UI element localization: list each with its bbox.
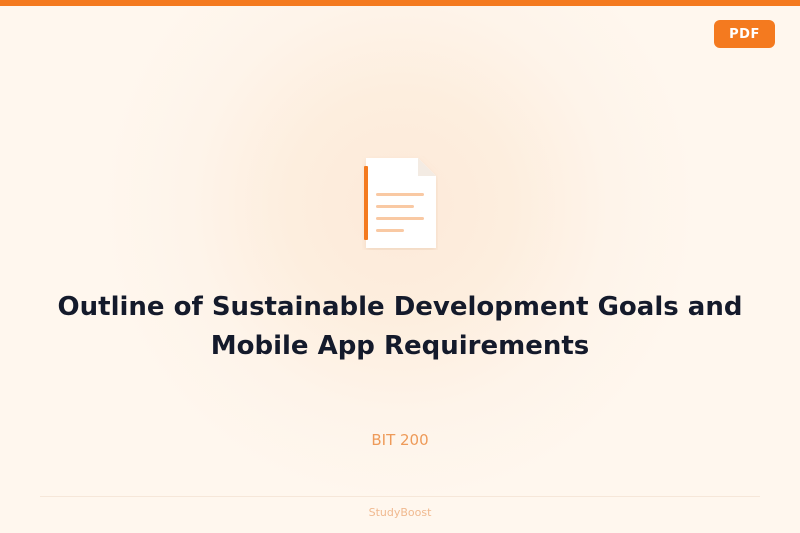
pdf-badge: PDF [714,20,775,48]
page-background: PDF Outline of Sustainable Development G… [0,0,800,533]
course-code: BIT 200 [371,431,429,449]
footer-brand: StudyBoost [368,506,432,519]
document-title: Outline of Sustainable Development Goals… [57,292,743,361]
document-icon [364,158,436,248]
footer-divider [40,496,760,497]
top-accent-bar [0,0,800,6]
